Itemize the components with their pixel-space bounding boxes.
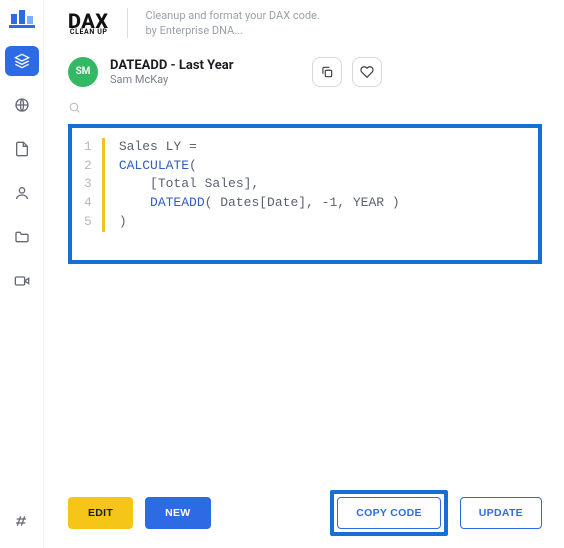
edit-button[interactable]: EDIT (68, 497, 133, 529)
new-button[interactable]: NEW (145, 497, 210, 529)
document-header: SM DATEADD - Last Year Sam McKay (68, 57, 542, 87)
code-editor[interactable]: 1 2 3 4 5 Sales LY = CALCULATE( [Total S… (84, 138, 526, 232)
nav-item-blocks[interactable] (5, 46, 39, 76)
author-avatar: SM (68, 57, 98, 87)
code-keyword-calculate: CALCULATE (119, 158, 189, 173)
main-panel: DAX CLEAN UP Cleanup and format your DAX… (44, 0, 564, 548)
search-icon (68, 101, 81, 114)
code-line-3: [Total Sales], (119, 176, 259, 191)
nav-item-settings[interactable] (5, 506, 39, 536)
line-accent-bar (102, 138, 105, 232)
search-row[interactable] (68, 99, 542, 118)
code-content[interactable]: Sales LY = CALCULATE( [Total Sales], DAT… (119, 138, 400, 232)
footer-actions: EDIT NEW COPY CODE UPDATE (68, 484, 542, 536)
copy-code-button[interactable]: COPY CODE (337, 497, 441, 529)
nav-item-file[interactable] (5, 134, 39, 164)
tagline: Cleanup and format your DAX code. by Ent… (146, 8, 320, 39)
code-line-5: ) (119, 214, 127, 229)
nav-item-user[interactable] (5, 178, 39, 208)
copy-code-highlight: COPY CODE (330, 490, 448, 536)
document-author: Sam McKay (110, 73, 234, 86)
brand-icon (9, 6, 35, 28)
nav-item-video[interactable] (5, 266, 39, 296)
code-editor-highlight: 1 2 3 4 5 Sales LY = CALCULATE( [Total S… (68, 124, 542, 264)
header-separator (127, 8, 128, 38)
tagline-line1: Cleanup and format your DAX code. (146, 8, 320, 23)
update-button[interactable]: UPDATE (460, 497, 542, 529)
favorite-icon-button[interactable] (352, 57, 382, 87)
nav-item-folder[interactable] (5, 222, 39, 252)
nav-item-globe[interactable] (5, 90, 39, 120)
code-line-1: Sales LY = (119, 139, 197, 154)
logo: DAX CLEAN UP (68, 11, 109, 36)
tagline-line2: by Enterprise DNA... (146, 23, 320, 38)
logo-subtext: CLEAN UP (70, 29, 108, 36)
sidebar (0, 0, 44, 548)
header: DAX CLEAN UP Cleanup and format your DAX… (68, 8, 542, 39)
code-keyword-dateadd: DATEADD (150, 195, 205, 210)
line-gutter: 1 2 3 4 5 (84, 138, 102, 232)
document-title: DATEADD - Last Year (110, 58, 234, 73)
copy-icon-button[interactable] (312, 57, 342, 87)
